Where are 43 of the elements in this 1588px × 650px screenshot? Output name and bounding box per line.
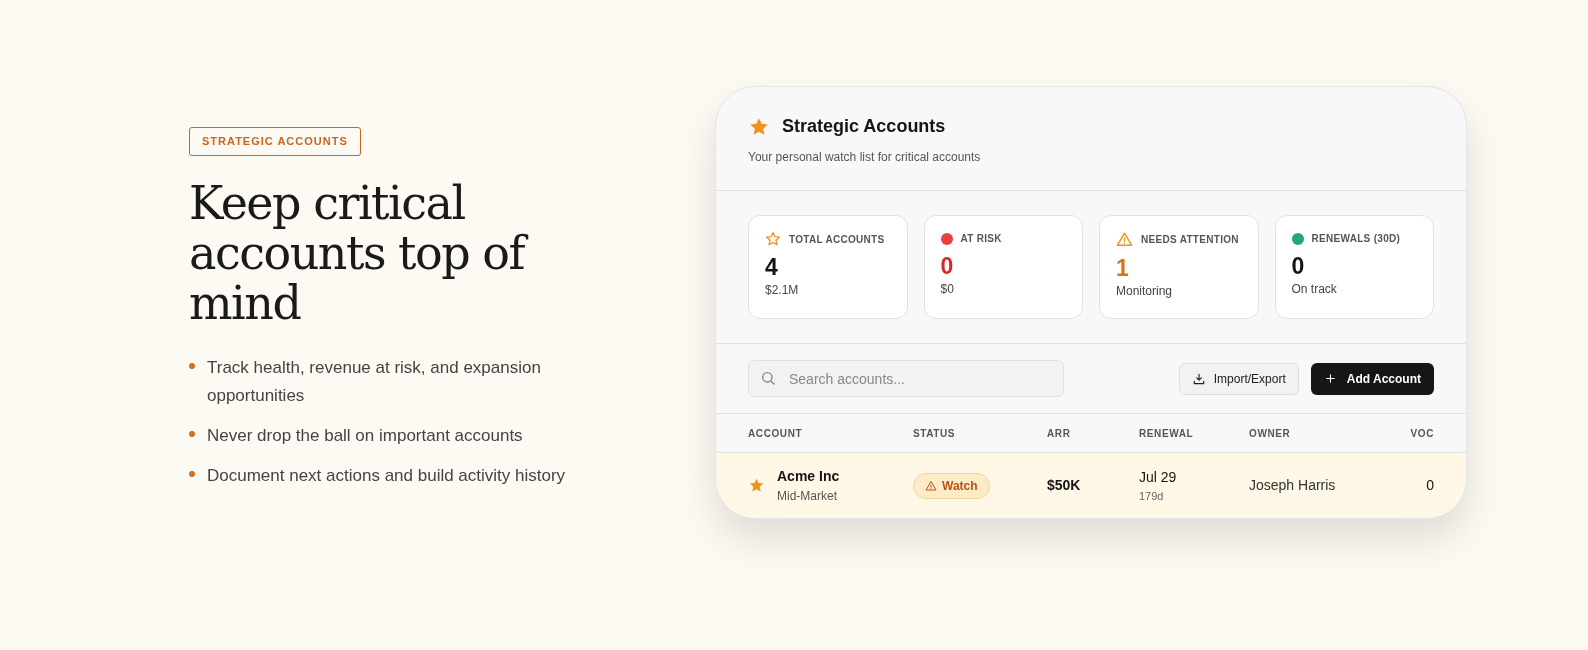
renewal-days: 179d bbox=[1139, 487, 1249, 505]
panel-subtitle: Your personal watch list for critical accounts bbox=[748, 149, 982, 166]
column-header: STATUS bbox=[913, 426, 957, 441]
renewal-date: Jul 29 bbox=[1139, 467, 1178, 487]
headline: Keep critical accounts top of mind bbox=[189, 177, 549, 328]
star-icon bbox=[765, 231, 781, 247]
stat-note: Monitoring bbox=[1116, 283, 1174, 300]
stat-note: $0 bbox=[940, 281, 955, 298]
warning-icon bbox=[1116, 231, 1133, 248]
panel-title: Strategic Accounts bbox=[782, 115, 946, 138]
stat-note: $2.1M bbox=[765, 282, 800, 299]
owner-cell-text: Joseph Harris bbox=[1249, 476, 1337, 495]
stat-label: TOTAL ACCOUNTS bbox=[789, 232, 885, 247]
stat-note: On track bbox=[1291, 281, 1338, 298]
segment-label: Mid-Market bbox=[777, 488, 838, 505]
status-badge: Watch bbox=[913, 472, 990, 499]
column-header: VOC bbox=[1409, 426, 1434, 441]
column-header: RENEWAL bbox=[1139, 426, 1195, 441]
add-account-button[interactable]: Add Account bbox=[1310, 362, 1434, 395]
column-header: ARR bbox=[1047, 426, 1072, 441]
stat-label: RENEWALS (30D) bbox=[1311, 232, 1401, 246]
table-row[interactable]: Acme Inc Mid-Market Watch $50K Jul 29 179d Joseph Harris 0 bbox=[716, 453, 1466, 518]
bullet-text: Track health, revenue at risk, and expansion opportunities bbox=[207, 356, 542, 407]
arr-cell-text: $50K bbox=[1047, 476, 1082, 495]
bullet-text: Document next actions and build activity history bbox=[207, 464, 567, 487]
voc-cell-text: 0 bbox=[1425, 476, 1434, 495]
bullet-text: Never drop the ball on important accounts bbox=[207, 424, 524, 447]
stat-value: 1 bbox=[1116, 254, 1130, 282]
section-badge: STRATEGIC ACCOUNTS bbox=[189, 127, 361, 156]
column-header: OWNER bbox=[1249, 426, 1292, 441]
column-header: ACCOUNT bbox=[748, 426, 804, 441]
warning-icon bbox=[925, 479, 937, 492]
search-icon bbox=[760, 370, 776, 386]
search-field[interactable]: Search accounts... bbox=[748, 360, 1064, 397]
stat-value: 0 bbox=[940, 252, 955, 280]
stat-label: NEEDS ATTENTION bbox=[1141, 233, 1239, 247]
import-export-button[interactable]: Import/Export bbox=[1178, 362, 1299, 395]
stat-label: AT RISK bbox=[960, 232, 1002, 246]
stat-value: 4 bbox=[765, 253, 779, 281]
stat-value: 0 bbox=[1291, 252, 1306, 280]
plus-icon bbox=[1323, 372, 1337, 385]
account-name: Acme Inc bbox=[777, 467, 840, 486]
download-icon bbox=[1191, 371, 1206, 386]
